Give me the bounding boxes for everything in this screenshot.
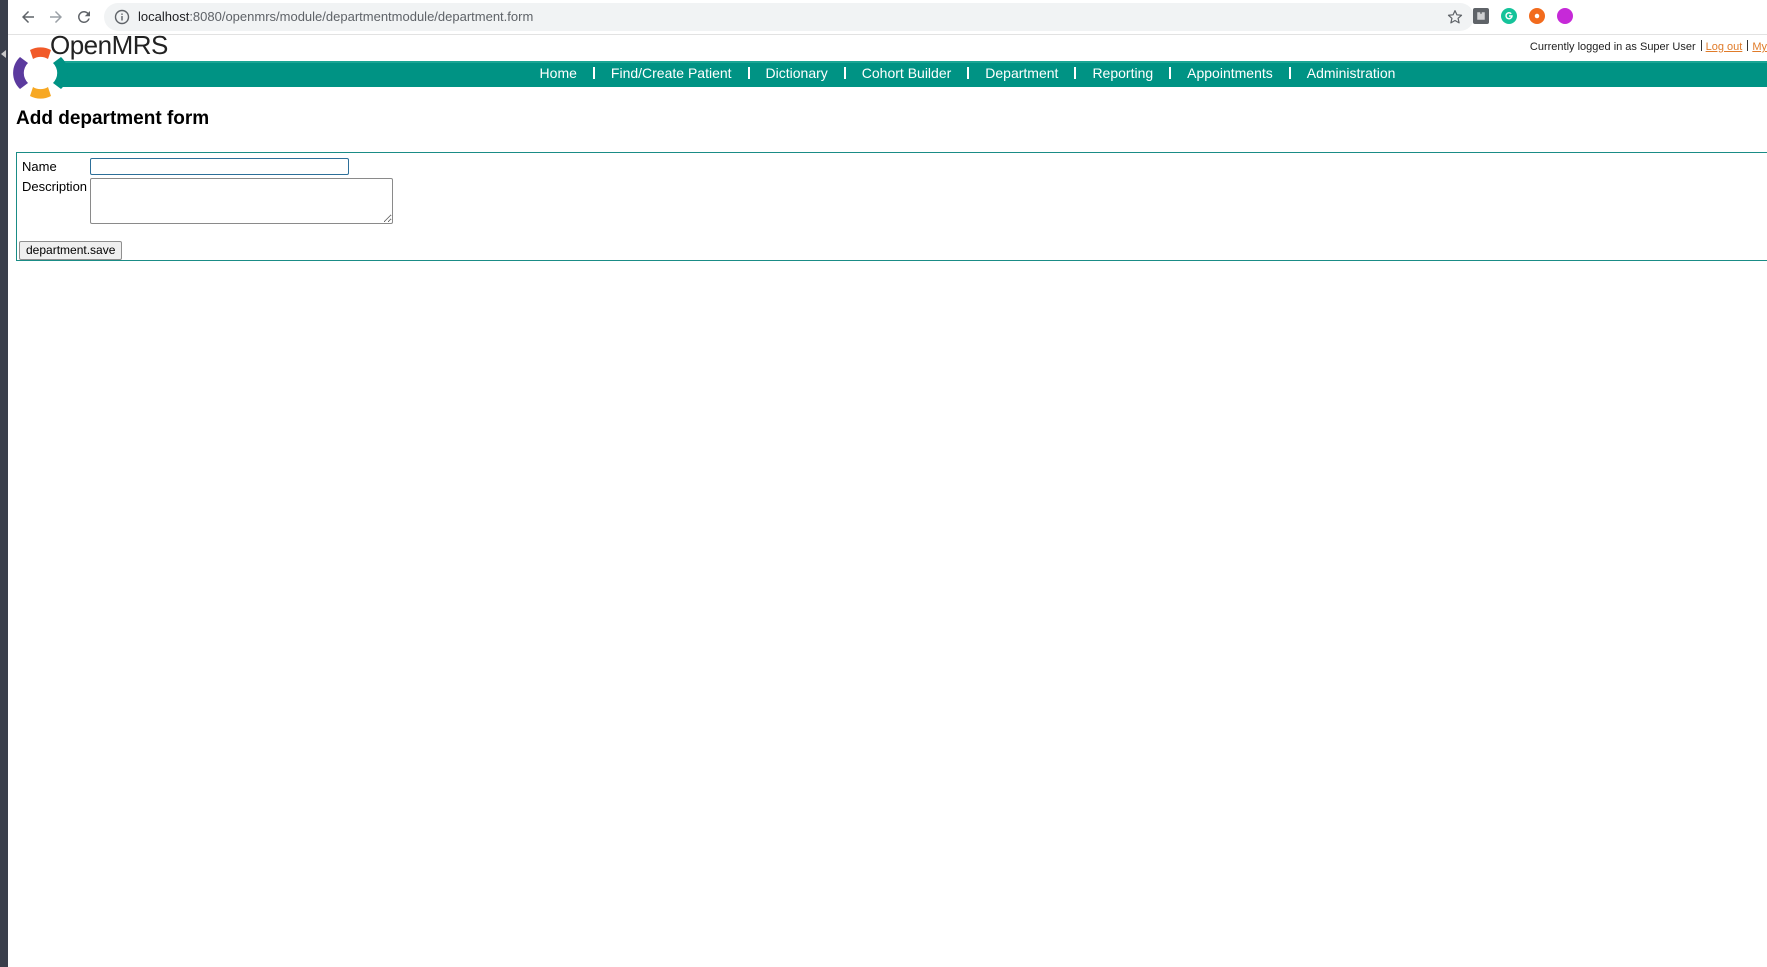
menu-item-dictionary[interactable]: Dictionary [766,65,828,81]
back-button[interactable] [16,5,40,29]
menu-divider [967,67,970,79]
menu-divider [1169,67,1172,79]
description-textarea[interactable] [90,178,393,224]
user-bar: Currently logged in as Super User Log out… [1530,40,1767,53]
name-label: Name [22,159,57,174]
menu-divider [843,67,846,79]
menu-item-department[interactable]: Department [985,65,1058,81]
forward-button[interactable] [44,5,68,29]
user-bar-separator [1700,40,1702,51]
url-text[interactable]: localhost:8080/openmrs/module/department… [138,9,533,24]
extension-puzzle-icon[interactable] [1473,8,1489,24]
menu-item-administration[interactable]: Administration [1307,65,1396,81]
page-title: Add department form [16,108,210,129]
user-bar-separator [1747,40,1749,51]
extension-orange-icon[interactable] [1529,8,1545,24]
main-menu: Home Find/Create Patient Dictionary Coho… [8,61,1767,85]
collapse-arrow-icon[interactable] [1,50,6,58]
openmrs-page: OpenMRS Currently logged in as Super Use… [8,30,1767,967]
arrow-right-icon [50,11,62,23]
menu-divider [592,67,595,79]
menu-item-home[interactable]: Home [540,65,577,81]
desktop-edge [0,0,8,967]
menu-divider [1288,67,1291,79]
menu-divider [747,67,750,79]
my-profile-link[interactable]: My [1752,41,1767,53]
menu-item-reporting[interactable]: Reporting [1092,65,1153,81]
bookmark-star-icon[interactable] [1446,8,1464,26]
menu-item-find-create-patient[interactable]: Find/Create Patient [611,65,732,81]
arrow-left-icon [22,11,34,23]
menu-item-appointments[interactable]: Appointments [1187,65,1273,81]
save-button[interactable]: department.save [19,241,123,260]
address-bar[interactable]: localhost:8080/openmrs/module/department… [104,3,1474,31]
description-label: Description [22,179,88,194]
browser-window: localhost:8080/openmrs/module/department… [8,0,1767,967]
browser-toolbar: localhost:8080/openmrs/module/department… [8,0,1767,35]
extension-purple-icon[interactable] [1557,8,1573,24]
logged-in-text: Currently logged in as Super User [1529,41,1696,53]
menu-item-cohort-builder[interactable]: Cohort Builder [862,65,952,81]
logout-link[interactable]: Log out [1706,41,1743,53]
url-path: :8080/openmrs/module/departmentmodule/de… [189,9,534,24]
department-form: Name Description department.save [16,152,1767,261]
name-input[interactable] [90,158,349,175]
reload-icon [77,10,90,23]
app-name: OpenMRS [50,30,168,60]
info-icon[interactable] [114,9,130,25]
reload-button[interactable] [72,5,96,29]
menu-divider [1074,67,1077,79]
grammarly-extension-icon[interactable] [1501,8,1517,24]
url-host: localhost [138,9,190,24]
